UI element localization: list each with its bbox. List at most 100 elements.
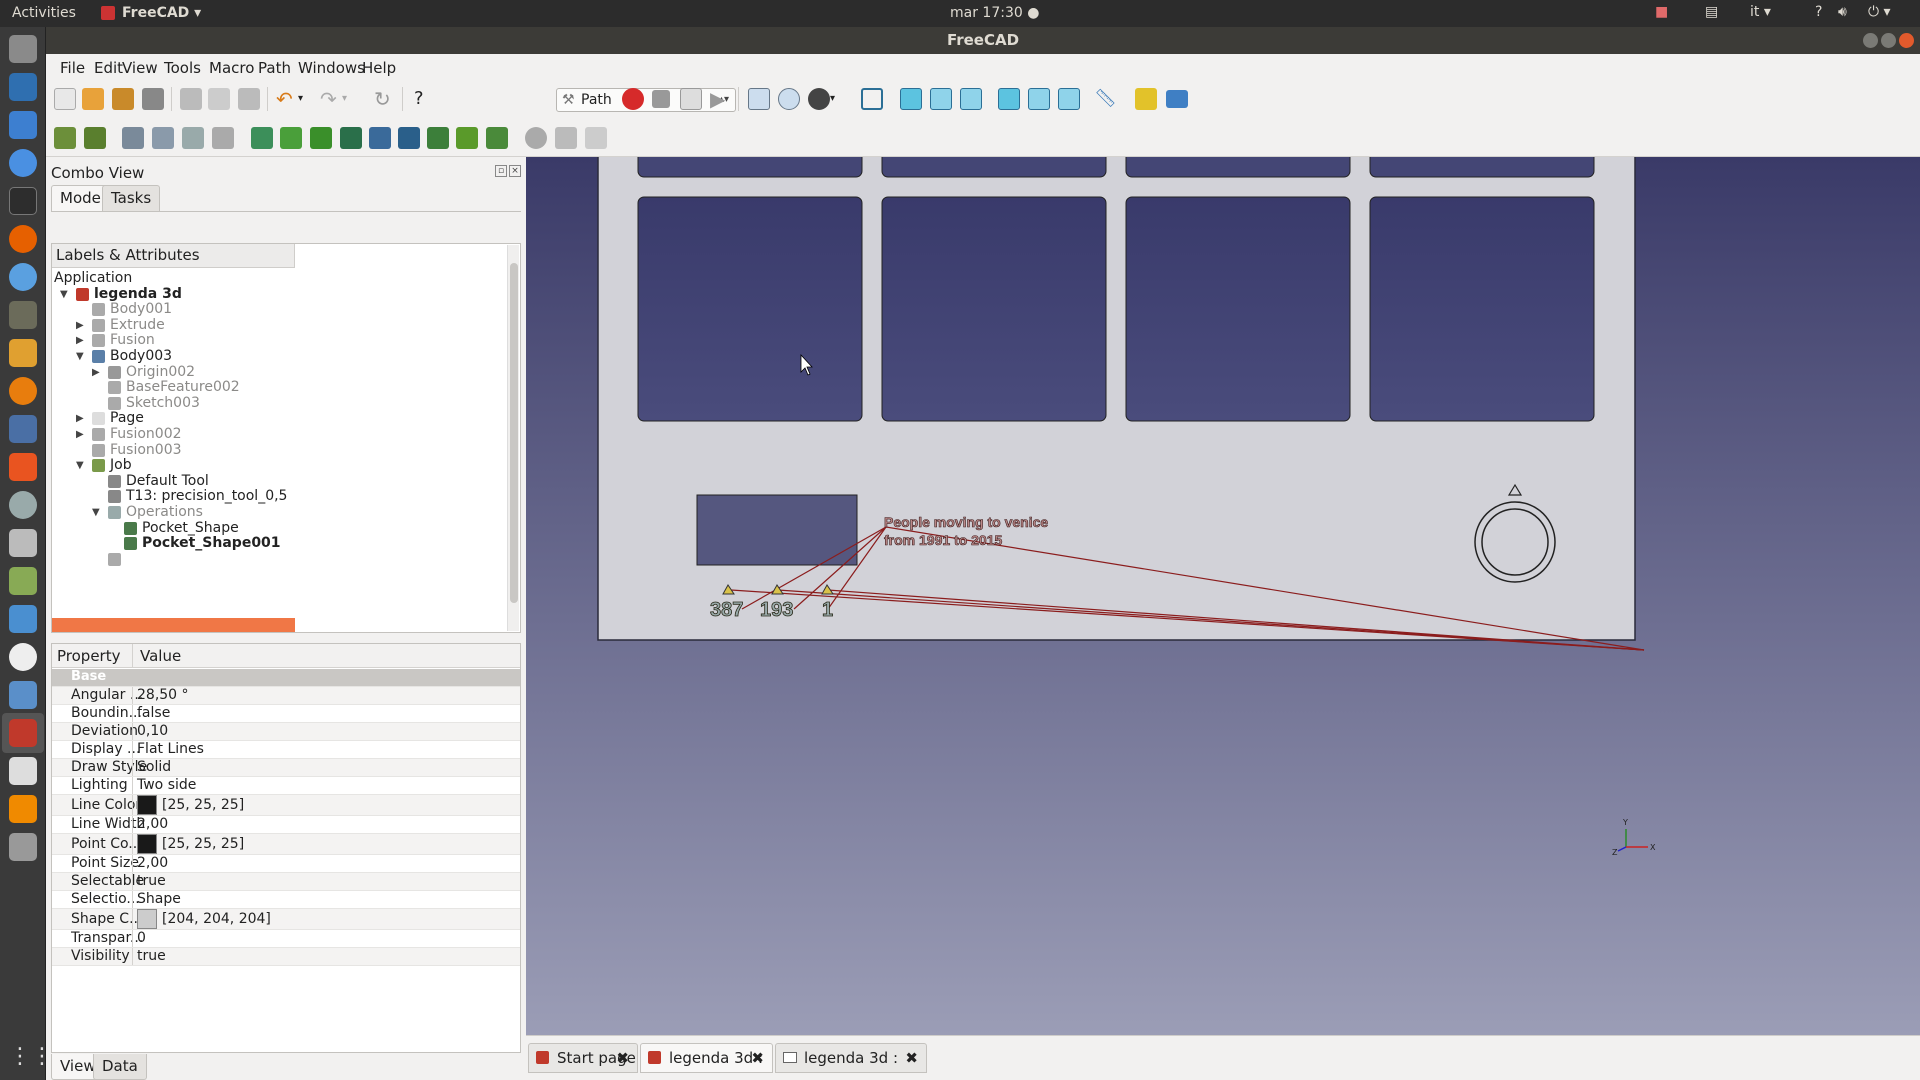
redo-dropdown-icon[interactable]: ▾: [342, 88, 364, 110]
property-row[interactable]: Point Size 2,00: [52, 855, 520, 873]
cube-icon[interactable]: [9, 681, 37, 709]
pocket-icon[interactable]: [310, 127, 332, 149]
property-row[interactable]: Deviation 0,10: [52, 723, 520, 741]
menu-file[interactable]: File: [60, 59, 85, 77]
copy-icon[interactable]: [208, 88, 230, 110]
partial-commands-icon[interactable]: [555, 127, 577, 149]
stop-macro-icon[interactable]: [652, 90, 670, 108]
property-value[interactable]: 2,00: [137, 855, 168, 871]
property-row[interactable]: Boundin... false: [52, 705, 520, 723]
menu-help[interactable]: Help: [362, 59, 396, 77]
property-row[interactable]: Draw Style Solid: [52, 759, 520, 777]
property-row[interactable]: Lighting Two side: [52, 777, 520, 795]
drilling-icon[interactable]: [369, 127, 391, 149]
volume-icon[interactable]: 🔊︎: [1838, 4, 1847, 20]
property-value[interactable]: 2,00: [137, 816, 168, 832]
draw-style-dropdown-icon[interactable]: ▾: [830, 88, 852, 110]
menu-windows[interactable]: Windows: [298, 59, 365, 77]
tab-legenda-3d-page[interactable]: legenda 3d : Page* ✖: [775, 1043, 927, 1080]
color-swatch[interactable]: [137, 795, 157, 815]
property-value[interactable]: 0,10: [137, 723, 168, 739]
print-icon[interactable]: [142, 88, 164, 110]
property-row[interactable]: Line Color [25, 25, 25]: [52, 795, 520, 816]
writer-icon[interactable]: [9, 111, 37, 139]
property-value[interactable]: [25, 25, 25]: [162, 836, 244, 852]
menu-path[interactable]: Path: [258, 59, 291, 77]
show-applications-icon[interactable]: ⋮⋮: [9, 1043, 53, 1071]
software-center-icon[interactable]: [9, 453, 37, 481]
property-row[interactable]: Line Width 2,00: [52, 816, 520, 834]
right-view-icon[interactable]: [960, 88, 982, 110]
model-tree[interactable]: Labels & Attributes Application ▼ legenda …: [51, 243, 521, 633]
gimp-icon[interactable]: [9, 301, 37, 329]
draw-style-icon[interactable]: [808, 88, 830, 110]
help-icon[interactable]: ?: [1815, 4, 1822, 20]
new-document-icon[interactable]: [54, 88, 76, 110]
refresh-icon[interactable]: ↻: [374, 88, 396, 110]
fit-all-icon[interactable]: [748, 88, 770, 110]
isometric-view-icon[interactable]: [861, 88, 883, 110]
close-tab-icon[interactable]: ✖: [751, 1044, 764, 1072]
rear-view-icon[interactable]: [998, 88, 1020, 110]
open-icon[interactable]: [82, 88, 104, 110]
tree-scrollbar[interactable]: [507, 245, 519, 631]
clock[interactable]: mar 17:30 ●: [950, 5, 1039, 21]
left-view-icon[interactable]: [1058, 88, 1080, 110]
menu-tools[interactable]: Tools: [164, 59, 201, 77]
create-part-icon[interactable]: [1135, 88, 1157, 110]
property-value[interactable]: 0: [137, 930, 146, 946]
tree-item[interactable]: Base-Fusion003: [52, 550, 492, 569]
cut-icon[interactable]: [180, 88, 202, 110]
fit-selection-icon[interactable]: [778, 88, 800, 110]
property-row[interactable]: Point Co... [25, 25, 25]: [52, 834, 520, 855]
transmission-icon[interactable]: [9, 73, 37, 101]
property-value[interactable]: Flat Lines: [137, 741, 204, 757]
property-value[interactable]: [204, 204, 204]: [162, 911, 271, 927]
3d-viewport[interactable]: People moving to venice from 1991 to 201…: [526, 157, 1920, 1035]
maximize-button[interactable]: [1881, 33, 1896, 48]
property-row[interactable]: Shape C... [204, 204, 204]: [52, 909, 520, 930]
property-value[interactable]: false: [137, 705, 170, 721]
dressup-icon[interactable]: [525, 127, 547, 149]
property-group-base[interactable]: Base: [52, 669, 520, 687]
text-editor-icon[interactable]: [9, 757, 37, 785]
menu-macro[interactable]: Macro: [209, 59, 254, 77]
color-swatch[interactable]: [137, 834, 157, 854]
activities-button[interactable]: Activities: [12, 5, 76, 21]
tab-tasks[interactable]: Tasks: [102, 185, 161, 211]
tab-legenda-3d[interactable]: legenda 3d : 1* ✖: [640, 1043, 773, 1080]
files-icon[interactable]: [9, 35, 37, 63]
property-value[interactable]: Solid: [137, 759, 171, 775]
engrave-icon[interactable]: [456, 127, 478, 149]
edit-macro-icon[interactable]: [680, 88, 702, 110]
camera-app-icon[interactable]: [9, 529, 37, 557]
property-value[interactable]: true: [137, 873, 166, 889]
create-group-icon[interactable]: [1166, 90, 1188, 108]
clipboard-icon[interactable]: ▤: [1705, 4, 1718, 20]
undo-icon[interactable]: ↶: [276, 88, 298, 110]
post-process-icon[interactable]: [84, 127, 106, 149]
close-tab-icon[interactable]: ✖: [616, 1044, 629, 1072]
close-tab-icon[interactable]: ✖: [905, 1044, 918, 1072]
vlc-icon[interactable]: [9, 795, 37, 823]
property-row[interactable]: Angular ... 28,50 °: [52, 687, 520, 705]
language-indicator[interactable]: it ▾: [1750, 4, 1771, 20]
front-view-icon[interactable]: [900, 88, 922, 110]
freecad-dock-icon[interactable]: [9, 719, 37, 747]
firefox-icon[interactable]: [9, 225, 37, 253]
tree-scrollbar-thumb[interactable]: [510, 263, 518, 603]
menu-view[interactable]: View: [122, 59, 158, 77]
property-value[interactable]: Shape: [137, 891, 181, 907]
arduino-icon[interactable]: [9, 605, 37, 633]
float-panel-icon[interactable]: ▫: [495, 165, 507, 177]
paste-icon[interactable]: [238, 88, 260, 110]
color-swatch[interactable]: [137, 909, 157, 929]
path-job-icon[interactable]: [54, 127, 76, 149]
record-macro-icon[interactable]: [622, 88, 644, 110]
run-macro-icon[interactable]: ▶: [710, 88, 732, 110]
property-row[interactable]: Visibility true: [52, 948, 520, 966]
property-row[interactable]: Display ... Flat Lines: [52, 741, 520, 759]
property-value[interactable]: Two side: [137, 777, 196, 793]
stop-icon[interactable]: [212, 127, 234, 149]
simulator-icon[interactable]: [152, 127, 174, 149]
